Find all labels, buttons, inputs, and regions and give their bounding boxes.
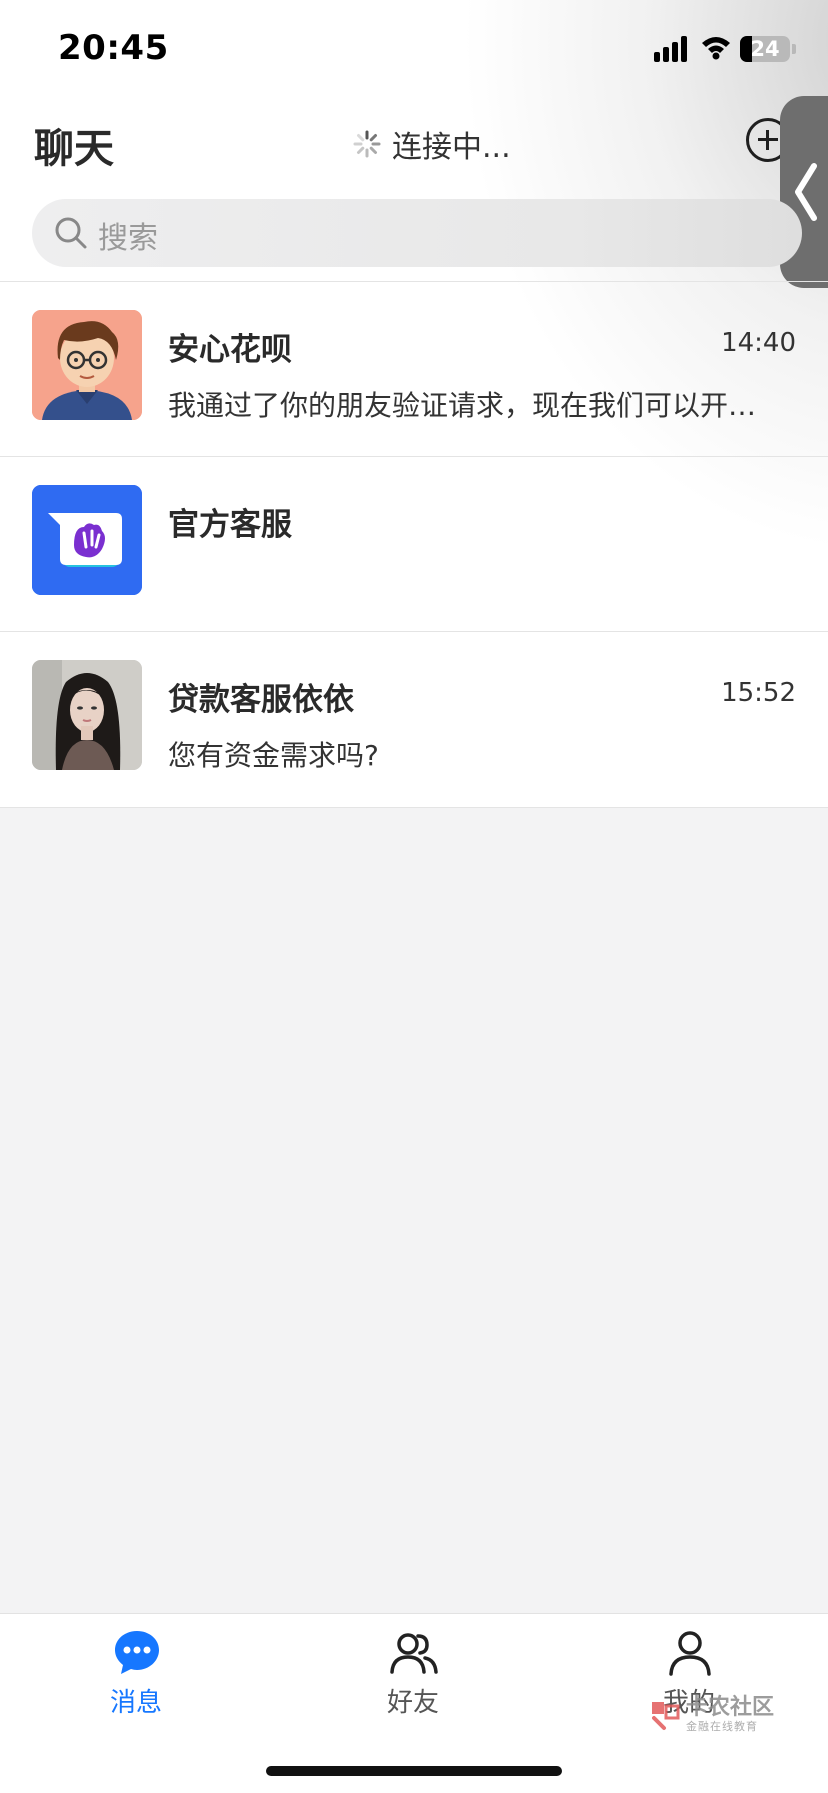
chat-item-anxin[interactable]: 安心花呗 14:40 我通过了你的朋友验证请求，现在我们可以开始聊天了 <box>0 282 828 456</box>
status-time: 20:45 <box>58 28 169 68</box>
tab-friends[interactable]: 好友 <box>323 1614 503 1734</box>
tab-label: 消息 <box>109 1688 162 1718</box>
search-icon <box>55 217 87 249</box>
watermark-title: 卡农社区 <box>686 1695 775 1720</box>
divider <box>0 807 828 808</box>
page-title: 聊天 <box>34 126 114 172</box>
connection-status-text: 连接中... <box>392 130 511 165</box>
tab-label: 好友 <box>386 1688 439 1718</box>
battery-level: 24 <box>750 37 780 61</box>
avatar <box>32 660 142 770</box>
friends-icon <box>390 1633 438 1674</box>
chat-item-loan-support[interactable]: 贷款客服依依 15:52 您有资金需求吗? <box>0 632 828 806</box>
avatar <box>32 485 142 595</box>
cellular-signal-icon <box>654 36 690 62</box>
watermark-logo: 卡农社区 金融在线教育 <box>648 1696 774 1733</box>
connection-status: 连接中... <box>352 122 511 166</box>
user-icon <box>669 1631 711 1676</box>
search-bar[interactable]: 搜索 <box>32 199 802 267</box>
chat-name: 安心花呗 <box>168 332 292 368</box>
search-placeholder: 搜索 <box>98 221 158 256</box>
chat-time: 14:40 <box>721 328 796 358</box>
wifi-icon <box>702 37 730 60</box>
kanong-logo-icon <box>652 1701 680 1730</box>
avatar <box>32 310 142 420</box>
chat-preview: 您有资金需求吗? <box>168 739 379 772</box>
loading-spinner-icon <box>353 130 381 158</box>
home-indicator <box>266 1766 562 1776</box>
chat-preview: 我通过了你的朋友验证请求，现在我们可以开始聊天了 <box>168 389 778 422</box>
chat-item-official-support[interactable]: 官方客服 <box>0 457 828 631</box>
battery-tip <box>792 44 796 54</box>
chat-name: 贷款客服依依 <box>168 682 354 718</box>
battery-icon: 24 <box>740 36 790 62</box>
chat-bubble-icon <box>115 1631 159 1674</box>
watermark-subtitle: 金融在线教育 <box>686 1720 758 1733</box>
tab-messages[interactable]: 消息 <box>46 1614 226 1734</box>
chat-name: 官方客服 <box>168 507 292 543</box>
chat-time: 15:52 <box>721 678 796 708</box>
